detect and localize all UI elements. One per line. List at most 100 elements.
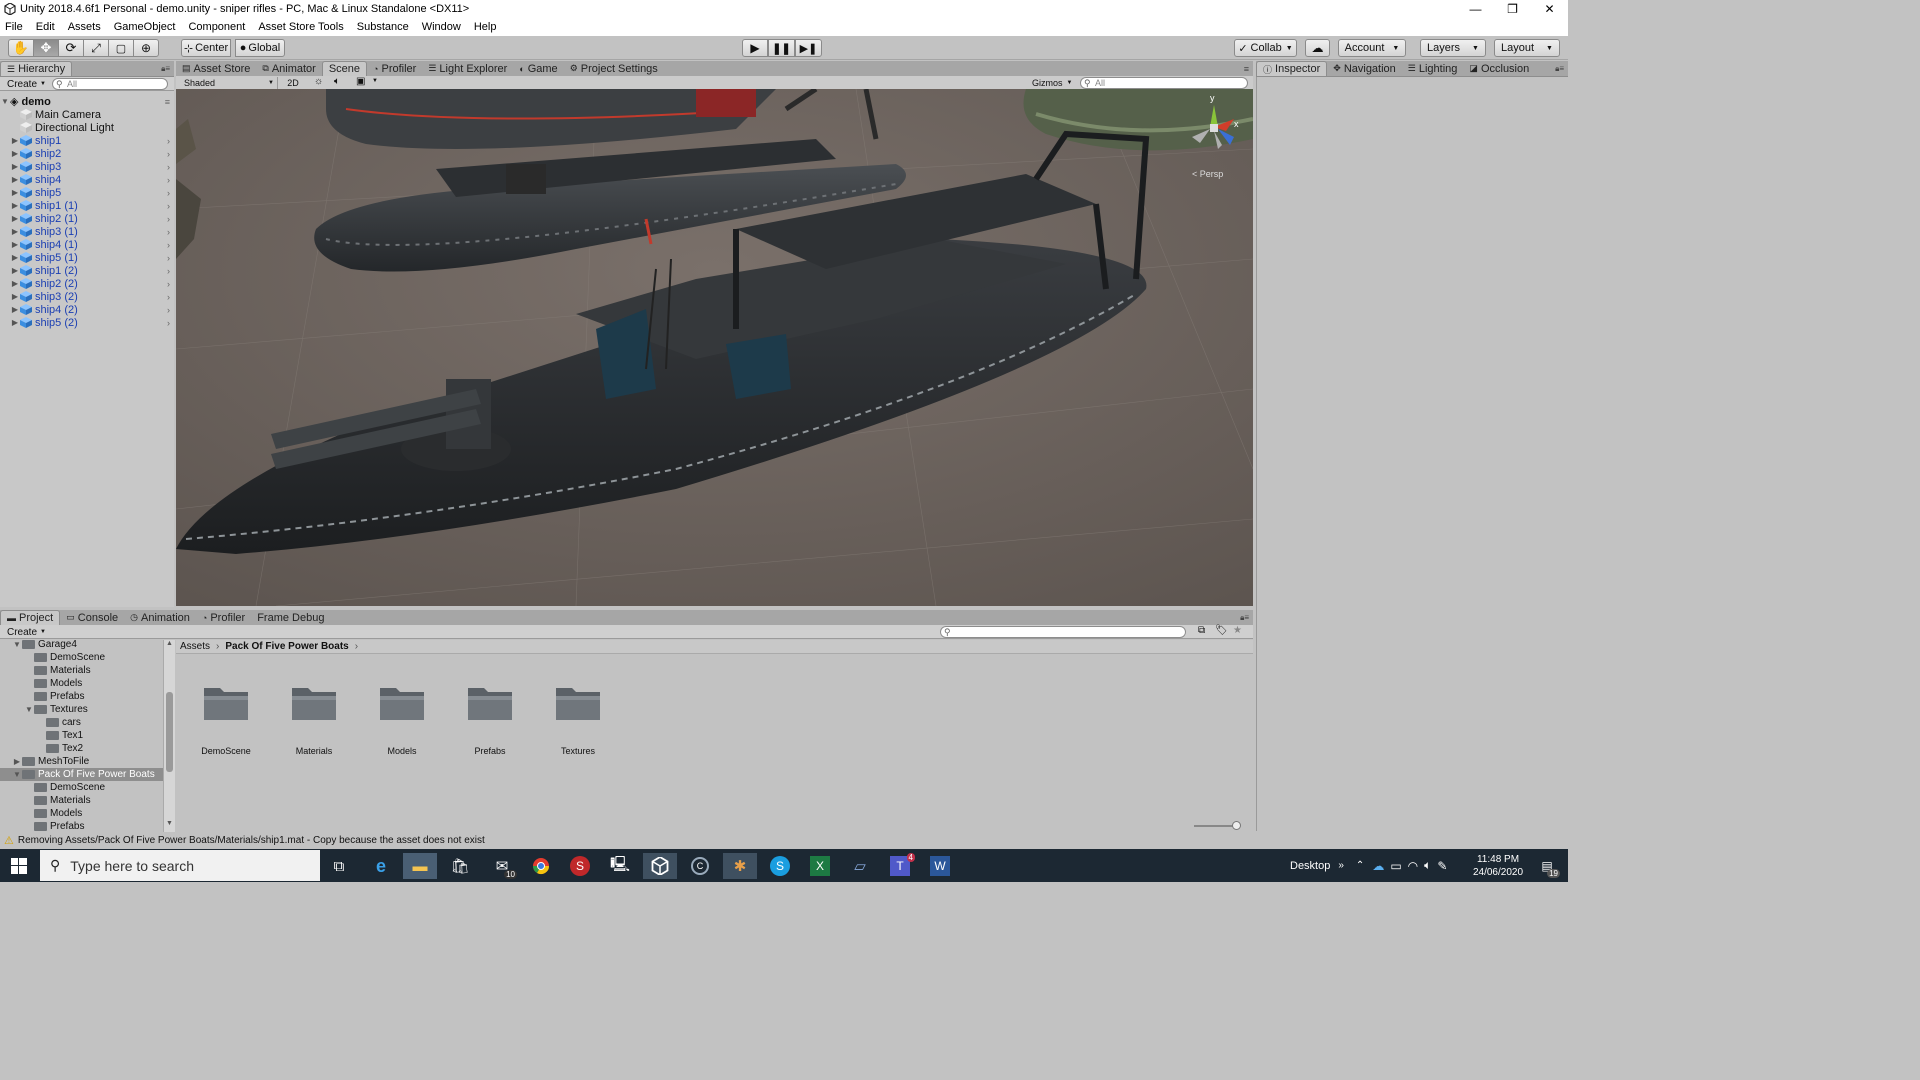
pen-icon[interactable]: ✎: [1437, 859, 1447, 873]
edge-app[interactable]: e: [364, 853, 398, 879]
hierarchy-item[interactable]: ▶ ship4 (2) ›: [0, 303, 174, 316]
chevron-right-icon[interactable]: ›: [167, 227, 170, 237]
expand-arrow-icon[interactable]: ▶: [10, 227, 20, 236]
slack-app[interactable]: ✱: [723, 853, 757, 879]
mode-2d-toggle[interactable]: 2D: [282, 77, 304, 89]
chevron-right-icon[interactable]: ›: [167, 305, 170, 315]
project-tree-item[interactable]: Prefabs: [0, 690, 164, 703]
move-tool-button[interactable]: ✥: [33, 39, 59, 57]
desktop-toolbar-label[interactable]: Desktop: [1290, 860, 1330, 872]
hierarchy-item[interactable]: ▶ ship5 (1) ›: [0, 251, 174, 264]
scroll-down-icon[interactable]: ▼: [166, 820, 173, 827]
project-tree-item[interactable]: Materials: [0, 664, 164, 677]
chevron-right-icon[interactable]: ›: [167, 136, 170, 146]
lock-icon[interactable]: 🔒︎≡: [161, 64, 170, 74]
project-tree-item[interactable]: ▼ Pack Of Five Power Boats: [0, 768, 164, 781]
tab-project[interactable]: ▬ Project: [0, 610, 61, 625]
expand-arrow-icon[interactable]: ▶: [10, 175, 20, 184]
chevron-right-icon[interactable]: ›: [167, 253, 170, 263]
project-tree-item[interactable]: Prefabs: [0, 820, 164, 832]
project-tree-item[interactable]: Models: [0, 807, 164, 820]
tab-animator[interactable]: ⧉ Animator: [256, 61, 321, 76]
hierarchy-item[interactable]: Directional Light: [0, 121, 174, 134]
chevron-right-icon[interactable]: ›: [167, 318, 170, 328]
play-button[interactable]: ▶: [742, 39, 768, 57]
rotate-tool-button[interactable]: ⟳: [58, 39, 84, 57]
space-global-button[interactable]: ● Global: [235, 39, 285, 57]
action-center-button[interactable]: ▤ 19: [1532, 849, 1562, 882]
project-tree-item[interactable]: Materials: [0, 794, 164, 807]
project-search-input[interactable]: ⚲: [940, 626, 1186, 638]
scroll-up-icon[interactable]: ▲: [166, 640, 173, 647]
tab-light-explorer[interactable]: ☰ Light Explorer: [422, 61, 513, 76]
collapse-arrow-icon[interactable]: ▼: [24, 705, 34, 714]
menu-window[interactable]: Window: [422, 21, 461, 33]
project-tree-item[interactable]: DemoScene: [0, 651, 164, 664]
menu-assets[interactable]: Assets: [68, 21, 101, 33]
scene-viewport[interactable]: [176, 89, 1253, 606]
scale-tool-button[interactable]: ⤢: [83, 39, 109, 57]
wifi-icon[interactable]: ◠: [1408, 859, 1418, 873]
restore-button[interactable]: ❐: [1494, 0, 1531, 18]
panel-menu-icon[interactable]: ≡: [1244, 64, 1249, 74]
asset-folder-tile[interactable]: Materials: [279, 676, 349, 762]
expand-arrow-icon[interactable]: ▶: [10, 149, 20, 158]
project-tree-item[interactable]: Tex2: [0, 742, 164, 755]
network-app[interactable]: 🖳︎: [603, 853, 637, 879]
hierarchy-item[interactable]: ▶ ship3 (2) ›: [0, 290, 174, 303]
collab-dropdown[interactable]: ✓ Collab ▼: [1234, 39, 1297, 57]
expand-arrow-icon[interactable]: ▶: [10, 240, 20, 249]
chevron-right-icon[interactable]: ›: [167, 279, 170, 289]
lighting-toggle-icon[interactable]: ☼: [314, 76, 323, 87]
hierarchy-item[interactable]: ▶ ship5 ›: [0, 186, 174, 199]
expand-arrow-icon[interactable]: ▶: [10, 162, 20, 171]
rect-tool-button[interactable]: ▢: [108, 39, 134, 57]
hierarchy-item[interactable]: ▶ ship1 (2) ›: [0, 264, 174, 277]
effects-toggle-icon[interactable]: ▣: [356, 76, 365, 87]
minimize-button[interactable]: —: [1457, 0, 1494, 18]
battery-icon[interactable]: ▭: [1390, 859, 1401, 873]
asset-folder-tile[interactable]: DemoScene: [191, 676, 261, 762]
slider-handle[interactable]: [1232, 821, 1241, 830]
notepad-app[interactable]: ▱: [843, 853, 877, 879]
chevron-right-icon[interactable]: ›: [167, 188, 170, 198]
expand-arrow-icon[interactable]: ▶: [10, 253, 20, 262]
close-button[interactable]: ✕: [1531, 0, 1568, 18]
expand-arrow-icon[interactable]: ▶: [10, 305, 20, 314]
scene-root-row[interactable]: ▼ ◈ demo ≡: [0, 95, 174, 109]
scene-orientation-gizmo[interactable]: y x < Persp: [1188, 93, 1248, 187]
chevron-right-icon[interactable]: ›: [167, 214, 170, 224]
project-tree-item[interactable]: Models: [0, 677, 164, 690]
unity-app[interactable]: [643, 853, 677, 879]
asset-folder-tile[interactable]: Prefabs: [455, 676, 525, 762]
layers-dropdown[interactable]: Layers ▼: [1420, 39, 1486, 57]
task-view-button[interactable]: ⧉: [322, 853, 356, 879]
project-create-button[interactable]: Create ▼: [4, 626, 49, 638]
axis-gizmo-icon[interactable]: [1188, 97, 1248, 157]
hierarchy-item[interactable]: ▶ ship2 (2) ›: [0, 277, 174, 290]
tab-inspector[interactable]: ⓘ Inspector: [1256, 61, 1328, 76]
hierarchy-item[interactable]: ▶ ship4 (1) ›: [0, 238, 174, 251]
dropdown-arrow-icon[interactable]: ▼: [372, 78, 378, 84]
menu-help[interactable]: Help: [474, 21, 497, 33]
tab-asset-store[interactable]: ▤ Asset Store: [176, 61, 256, 76]
chrome-app[interactable]: [524, 853, 558, 879]
menu-file[interactable]: File: [5, 21, 23, 33]
teams-app[interactable]: T4: [883, 853, 917, 879]
scene-search-input[interactable]: ⚲ All: [1080, 77, 1248, 89]
expand-arrow-icon[interactable]: ▼: [0, 97, 10, 106]
transform-tool-button[interactable]: ⊕: [133, 39, 159, 57]
chevron-right-icon[interactable]: ›: [167, 162, 170, 172]
audio-toggle-icon[interactable]: 🔈︎: [334, 76, 340, 87]
cloud-button[interactable]: ☁: [1305, 39, 1330, 57]
hierarchy-item[interactable]: ▶ ship3 ›: [0, 160, 174, 173]
favorite-star-icon[interactable]: ★: [1233, 625, 1242, 636]
project-tree-item[interactable]: ▼ Garage4: [0, 640, 164, 651]
expand-arrow-icon[interactable]: ▶: [10, 188, 20, 197]
store-app[interactable]: 🛍︎: [443, 853, 477, 879]
breadcrumb-current[interactable]: Pack Of Five Power Boats: [225, 641, 348, 652]
menu-component[interactable]: Component: [188, 21, 245, 33]
skype-app[interactable]: S: [763, 853, 797, 879]
asset-folder-tile[interactable]: Models: [367, 676, 437, 762]
mail-app[interactable]: ✉ 10: [485, 853, 519, 879]
